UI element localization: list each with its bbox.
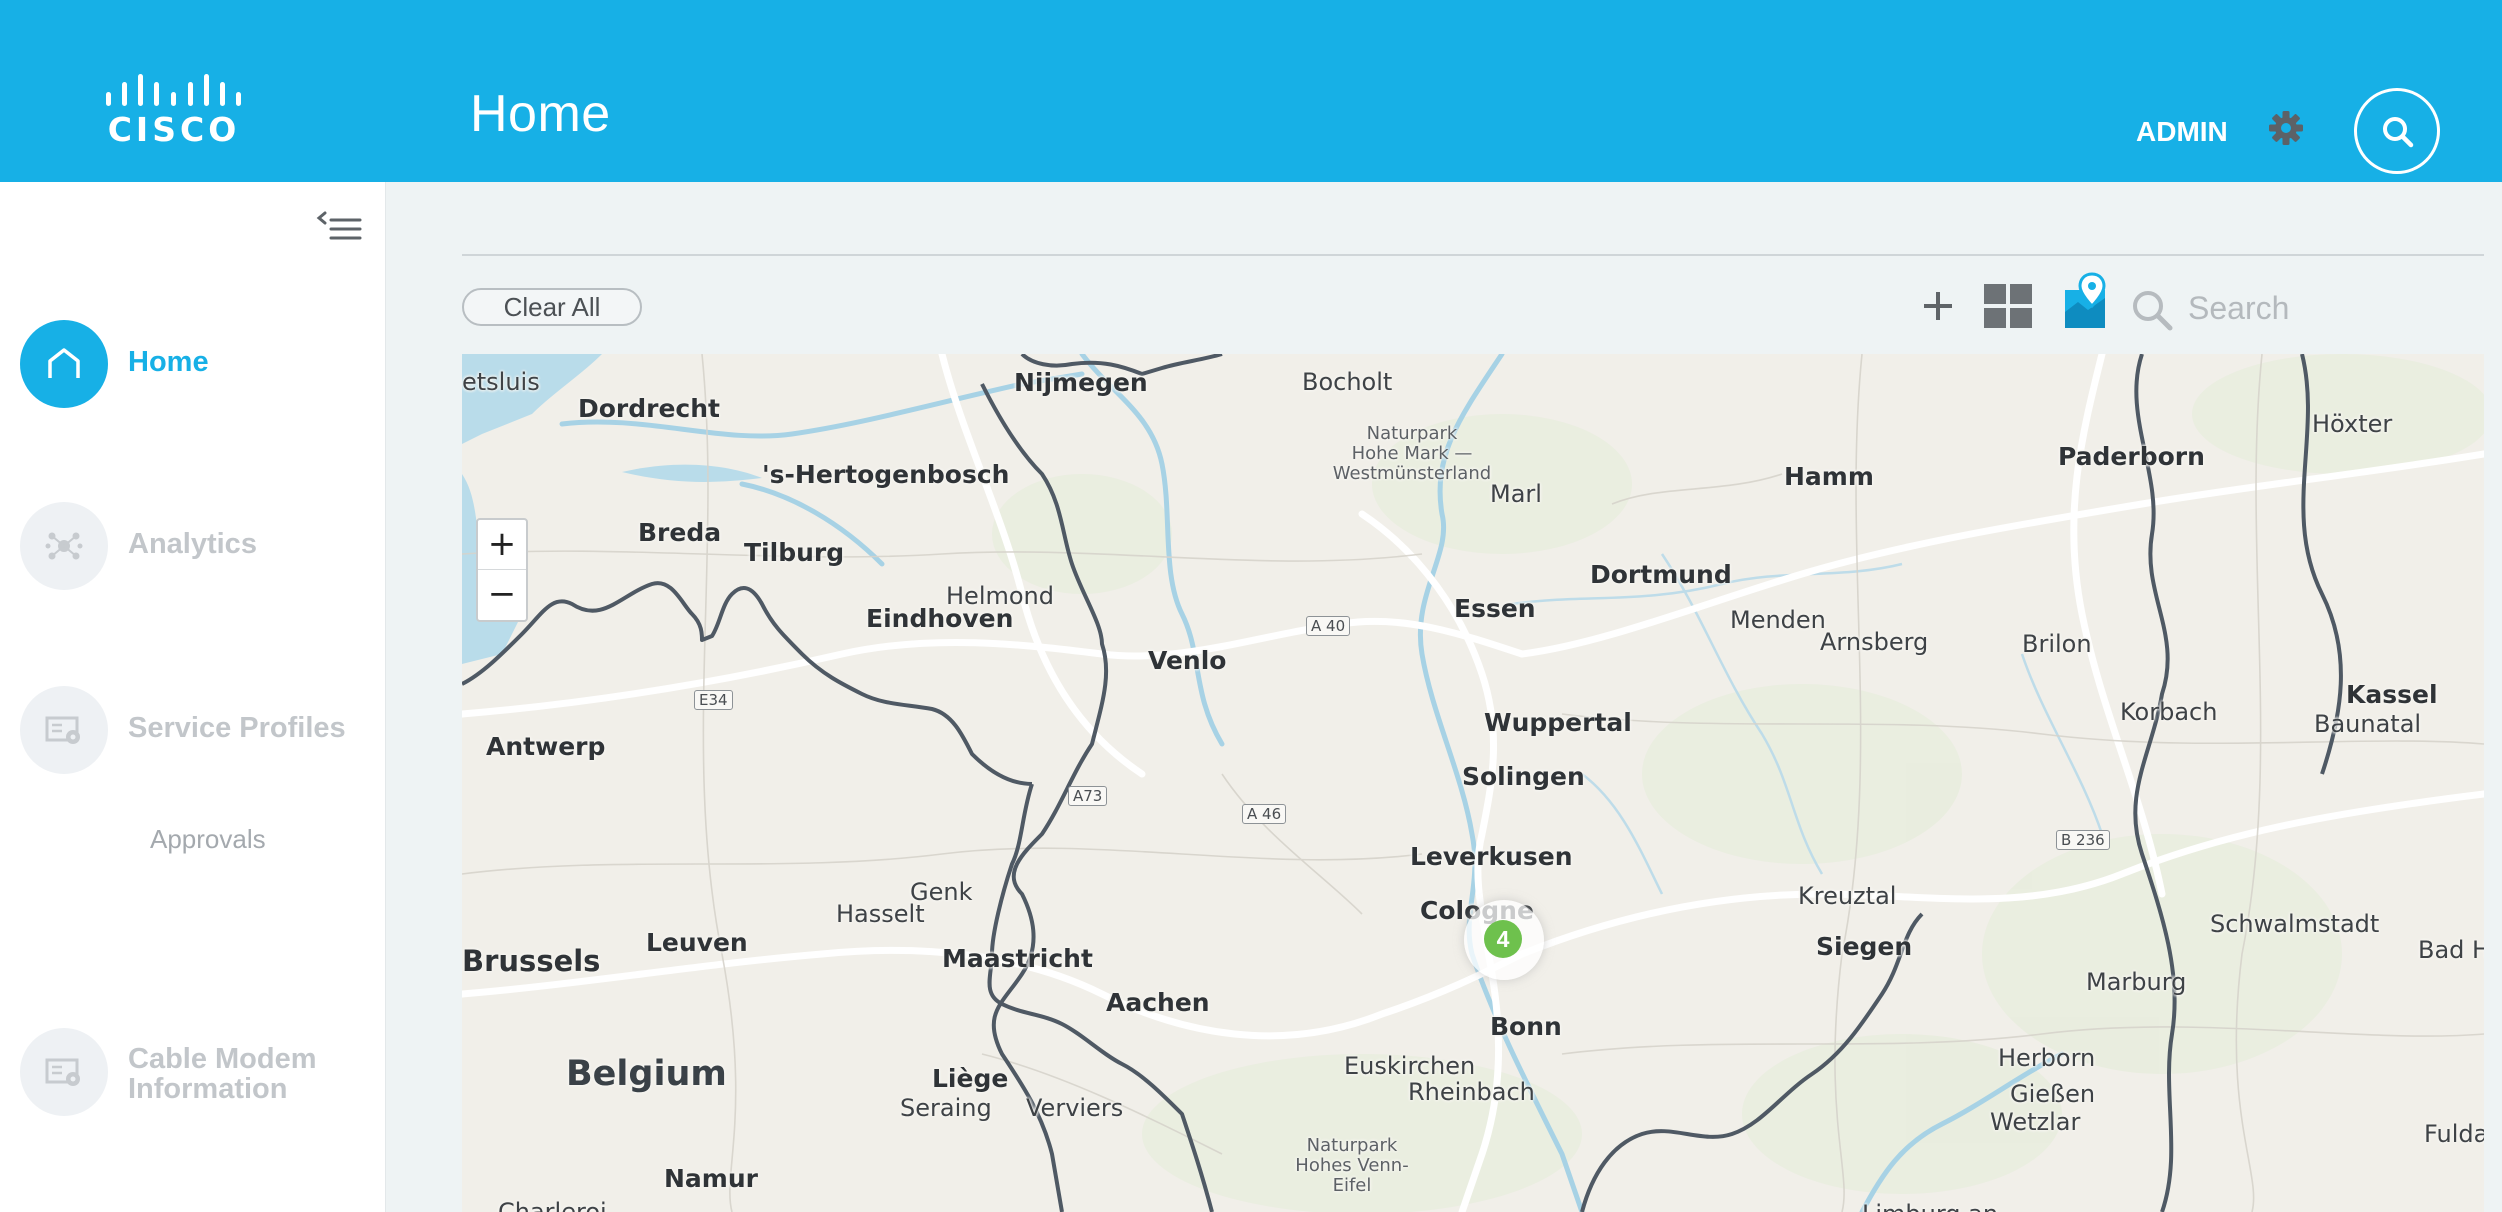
map-label: Eindhoven [866, 604, 1014, 633]
map-label: Nijmegen [1014, 368, 1148, 397]
map-label: Naturpark Hohe Mark — Westmünsterland [1332, 423, 1492, 484]
top-header: CISCO Home ADMIN [0, 0, 2502, 182]
map-search [2130, 282, 2490, 338]
service-profiles-icon [20, 686, 108, 774]
map-label: Tilburg [744, 538, 845, 567]
map-label: Korbach [2120, 698, 2218, 726]
collapse-menu-icon[interactable] [316, 210, 364, 250]
grid-view-icon[interactable] [1982, 282, 2034, 330]
map-label: Fulda [2424, 1120, 2484, 1148]
map-label: Dortmund [1590, 560, 1732, 589]
map-label: Bonn [1490, 1012, 1562, 1041]
map-label: Limburg an [1862, 1200, 1998, 1212]
map-label: Wuppertal [1484, 708, 1632, 737]
map-label: Kreuztal [1798, 882, 1897, 910]
sidebar-item-service-profiles[interactable]: Service Profiles [20, 686, 380, 776]
map-label: etsluis [462, 368, 540, 396]
map-label: Brilon [2022, 630, 2092, 658]
map-label: Belgium [566, 1054, 727, 1094]
map-label: Wetzlar [1990, 1108, 2081, 1136]
zoom-out-button[interactable]: − [478, 570, 526, 620]
search-icon [2383, 117, 2414, 148]
road-shield: B 236 [2056, 830, 2110, 850]
road-shield: E34 [694, 690, 733, 710]
search-input[interactable] [2186, 286, 2482, 330]
map-label: Bocholt [1302, 368, 1393, 396]
gear-icon[interactable] [2266, 108, 2306, 148]
map-label: Euskirchen [1344, 1052, 1476, 1080]
map-label: Venlo [1148, 646, 1227, 675]
header-search-button[interactable] [2354, 88, 2440, 174]
map-label: Dordrecht [578, 394, 721, 423]
map-label: Verviers [1026, 1094, 1124, 1122]
map-label: Seraing [900, 1094, 992, 1122]
map-label: Bad Her [2418, 936, 2484, 964]
map-label: Arnsberg [1820, 628, 1929, 656]
device-cluster-marker[interactable]: 4 [1484, 920, 1522, 958]
map-label: Essen [1454, 594, 1536, 623]
page-title: Home [470, 85, 611, 143]
map-label: Maastricht [942, 944, 1093, 973]
map-label: Kassel [2346, 680, 2438, 709]
road-shield: A 46 [1242, 804, 1287, 824]
sidebar-item-label: Cable Modem Information [128, 1043, 317, 1105]
zoom-in-button[interactable]: + [478, 520, 526, 570]
map-label: 's-Hertogenbosch [762, 460, 1010, 489]
divider [462, 254, 2484, 256]
analytics-icon [20, 502, 108, 590]
clear-all-button[interactable]: Clear All [462, 288, 642, 326]
map-label: Antwerp [486, 732, 606, 761]
sidebar: Home Analytics Service Profiles Approval… [0, 182, 386, 1212]
map-label: Breda [638, 518, 722, 547]
map-label: Menden [1730, 606, 1826, 634]
zoom-controls: + − [476, 518, 528, 622]
map-view-icon[interactable] [2062, 272, 2112, 332]
road-shield: A73 [1068, 786, 1108, 806]
map-label: Hamm [1784, 462, 1874, 491]
main-content: Clear All Search etsluis Nijmegen Bochol… [386, 182, 2502, 1212]
map-view[interactable]: etsluis Nijmegen Bocholt Höxter Dordrech… [462, 354, 2484, 1212]
home-icon [20, 320, 108, 408]
plus-icon[interactable] [1920, 288, 1956, 324]
map-label: Aachen [1106, 988, 1210, 1017]
sidebar-item-label: Analytics [128, 528, 257, 560]
map-label: Leuven [646, 928, 748, 957]
map-label: Liège [932, 1064, 1009, 1093]
map-label: Höxter [2312, 410, 2393, 438]
map-label: Solingen [1462, 762, 1585, 791]
map-label: Siegen [1816, 932, 1913, 961]
map-label: Hasselt [836, 900, 925, 928]
map-label: Namur [664, 1164, 758, 1193]
logo-text: CISCO [107, 110, 241, 149]
road-shield: A 40 [1306, 616, 1351, 636]
sidebar-item-home[interactable]: Home [20, 320, 380, 410]
cable-modem-icon [20, 1028, 108, 1116]
search-icon [2133, 291, 2173, 331]
sidebar-subitem-approvals[interactable]: Approvals [150, 824, 266, 855]
map-label: Schwalmstadt [2210, 910, 2380, 938]
map-label: Gießen [2010, 1080, 2096, 1108]
sidebar-item-analytics[interactable]: Analytics [20, 502, 380, 592]
cisco-bars-icon [106, 74, 241, 106]
user-menu[interactable]: ADMIN [2136, 116, 2228, 148]
map-label: Marl [1490, 480, 1542, 508]
map-label: Charleroi [498, 1198, 607, 1212]
map-label: Paderborn [2058, 442, 2205, 471]
map-label: Baunatal [2314, 710, 2422, 738]
sidebar-item-cable-modem[interactable]: Cable Modem Information [20, 1028, 380, 1118]
sidebar-item-label: Home [128, 346, 209, 378]
map-label: Herborn [1998, 1044, 2096, 1072]
map-label: Naturpark Hohes Venn- Eifel [1295, 1135, 1409, 1196]
map-label: Marburg [2086, 968, 2187, 996]
sidebar-item-label: Service Profiles [128, 712, 346, 744]
cisco-logo[interactable]: CISCO [104, 70, 244, 149]
map-label: Brussels [462, 944, 601, 978]
map-label: Leverkusen [1410, 842, 1573, 871]
map-label: Rheinbach [1408, 1078, 1535, 1106]
